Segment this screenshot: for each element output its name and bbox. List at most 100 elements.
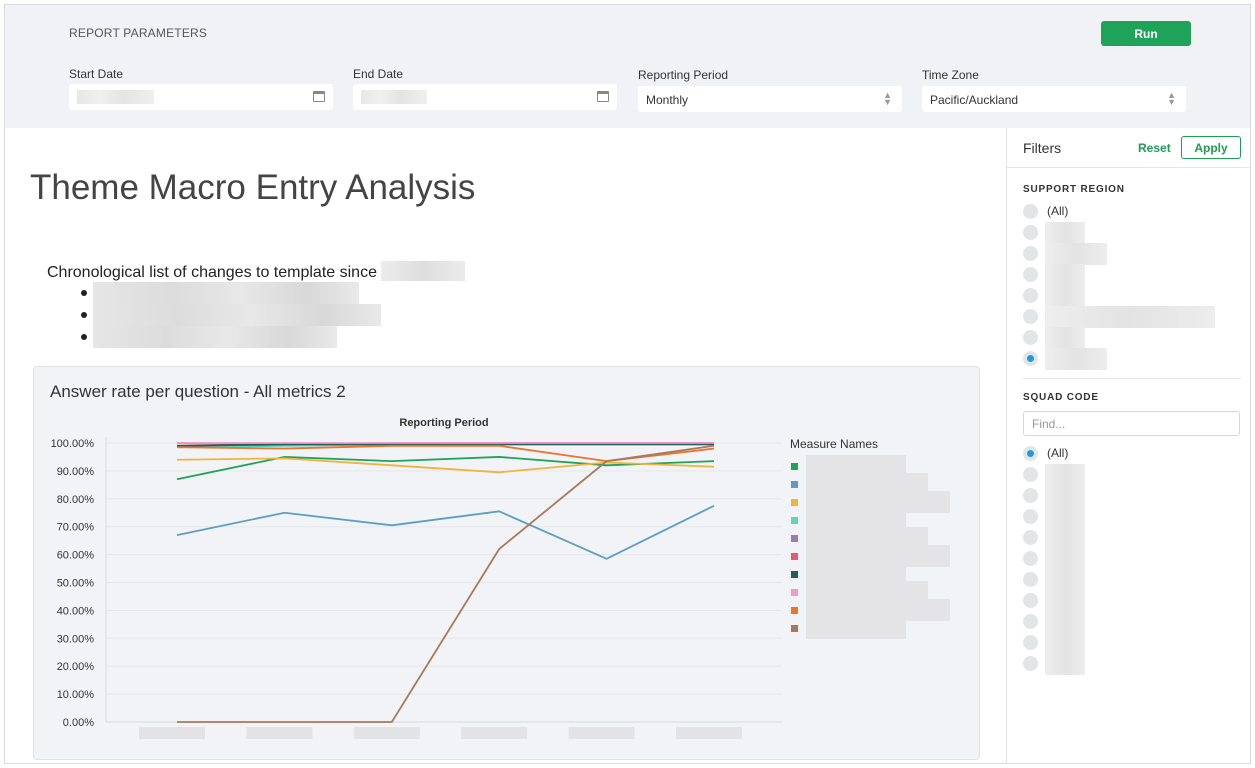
radio-button[interactable] <box>1023 330 1038 345</box>
radio-button[interactable] <box>1023 593 1038 608</box>
legend-swatch <box>791 553 798 560</box>
legend-swatch <box>791 499 798 506</box>
radio-button[interactable] <box>1023 467 1038 482</box>
report-parameters-title: REPORT PARAMETERS <box>69 26 208 40</box>
filter-option[interactable] <box>1023 506 1243 528</box>
redacted-option-label <box>1045 527 1085 549</box>
redacted-option-label <box>1045 506 1085 528</box>
redacted-option-label <box>1045 285 1085 307</box>
reporting-period-label: Reporting Period <box>638 68 729 82</box>
redacted-value <box>361 90 427 104</box>
filter-option[interactable] <box>1023 611 1243 633</box>
radio-button[interactable] <box>1023 488 1038 503</box>
chart-card: Answer rate per question - All metrics 2… <box>33 366 980 760</box>
time-zone-label: Time Zone <box>922 68 979 82</box>
apply-button[interactable]: Apply <box>1181 136 1241 159</box>
legend-swatch <box>791 571 798 578</box>
radio-button[interactable] <box>1023 204 1038 219</box>
redacted-option-label <box>1045 590 1085 612</box>
redacted-option-label <box>1045 264 1085 286</box>
reporting-period-select[interactable]: Monthly ▲ ▼ <box>638 86 902 112</box>
radio-button[interactable] <box>1023 288 1038 303</box>
y-tick-label: 20.00% <box>57 661 95 673</box>
filter-option[interactable] <box>1023 264 1243 286</box>
filter-option[interactable] <box>1023 243 1243 265</box>
filter-option[interactable] <box>1023 348 1243 370</box>
y-tick-label: 100.00% <box>51 438 95 450</box>
redacted-option-label <box>1045 243 1107 265</box>
filters-header: Filters Reset Apply <box>1007 128 1250 168</box>
radio-button[interactable] <box>1023 225 1038 240</box>
chart-title: Reporting Period <box>399 417 488 429</box>
end-date-field[interactable] <box>353 84 617 110</box>
y-tick-label: 30.00% <box>57 633 95 645</box>
run-button[interactable]: Run <box>1101 21 1191 46</box>
filter-option[interactable] <box>1023 285 1243 307</box>
redacted-option-label <box>1045 611 1085 633</box>
select-arrows-icon: ▲ ▼ <box>1167 90 1176 107</box>
y-tick-label: 10.00% <box>57 689 95 701</box>
radio-button[interactable] <box>1023 656 1038 671</box>
squad-code-search-input[interactable] <box>1023 411 1240 436</box>
select-arrows-icon: ▲ ▼ <box>883 90 892 107</box>
filters-divider <box>1023 378 1241 379</box>
radio-button[interactable] <box>1023 309 1038 324</box>
radio-button[interactable] <box>1023 530 1038 545</box>
redacted-option-label <box>1045 485 1085 507</box>
filter-option[interactable] <box>1023 569 1243 591</box>
y-tick-label: 50.00% <box>57 578 95 590</box>
start-date-field[interactable] <box>69 84 333 110</box>
start-date-label: Start Date <box>69 67 124 81</box>
page-title: Theme Macro Entry Analysis <box>30 168 476 207</box>
radio-button[interactable] <box>1023 572 1038 587</box>
end-date-label: End Date <box>353 67 404 81</box>
radio-button[interactable] <box>1023 614 1038 629</box>
filter-option[interactable]: (All) <box>1023 203 1243 221</box>
filter-option[interactable] <box>1023 327 1243 349</box>
calendar-icon[interactable] <box>597 91 609 102</box>
reporting-period-value: Monthly <box>646 93 689 107</box>
time-zone-select[interactable]: Pacific/Auckland ▲ ▼ <box>922 86 1186 112</box>
radio-button[interactable] <box>1023 551 1038 566</box>
legend-swatch <box>791 517 798 524</box>
time-zone-value: Pacific/Auckland <box>930 93 1019 107</box>
filter-option[interactable] <box>1023 548 1243 570</box>
y-tick-label: 40.00% <box>57 605 95 617</box>
radio-button[interactable] <box>1023 246 1038 261</box>
redacted-option-label <box>1045 548 1085 570</box>
filter-option[interactable]: (All) <box>1023 445 1243 463</box>
redacted-option-label <box>1045 632 1085 654</box>
legend-swatch <box>791 481 798 488</box>
redacted-legend-label <box>806 617 906 639</box>
filter-option[interactable] <box>1023 632 1243 654</box>
filter-option[interactable] <box>1023 464 1243 486</box>
filter-option[interactable] <box>1023 222 1243 244</box>
filter-option[interactable] <box>1023 590 1243 612</box>
calendar-icon[interactable] <box>313 91 325 102</box>
filter-option[interactable] <box>1023 653 1243 675</box>
radio-button[interactable] <box>1023 509 1038 524</box>
redacted-x-tick-label <box>139 727 205 739</box>
intro-text: Chronological list of changes to templat… <box>47 261 465 282</box>
filter-option-label: (All) <box>1047 446 1069 460</box>
redacted-option-label <box>1045 653 1085 675</box>
radio-button[interactable] <box>1023 635 1038 650</box>
filter-option[interactable] <box>1023 527 1243 549</box>
radio-button[interactable] <box>1023 351 1038 366</box>
y-tick-label: 90.00% <box>57 466 95 478</box>
radio-button[interactable] <box>1023 267 1038 282</box>
legend-swatch <box>791 607 798 614</box>
filter-option[interactable] <box>1023 306 1243 328</box>
redacted-x-tick-label <box>461 727 528 739</box>
squad-code-title: SQUAD CODE <box>1023 392 1099 403</box>
redacted-x-tick-label <box>568 727 635 739</box>
legend-swatch <box>791 589 798 596</box>
redacted-value <box>77 90 154 104</box>
radio-button[interactable] <box>1023 446 1038 461</box>
reset-button[interactable]: Reset <box>1138 141 1171 155</box>
filters-panel: Filters Reset Apply SUPPORT REGION (All)… <box>1006 128 1250 763</box>
filter-option[interactable] <box>1023 485 1243 507</box>
y-tick-label: 70.00% <box>57 522 95 534</box>
redacted-option-label <box>1045 569 1085 591</box>
redacted-option-label <box>1045 306 1215 328</box>
